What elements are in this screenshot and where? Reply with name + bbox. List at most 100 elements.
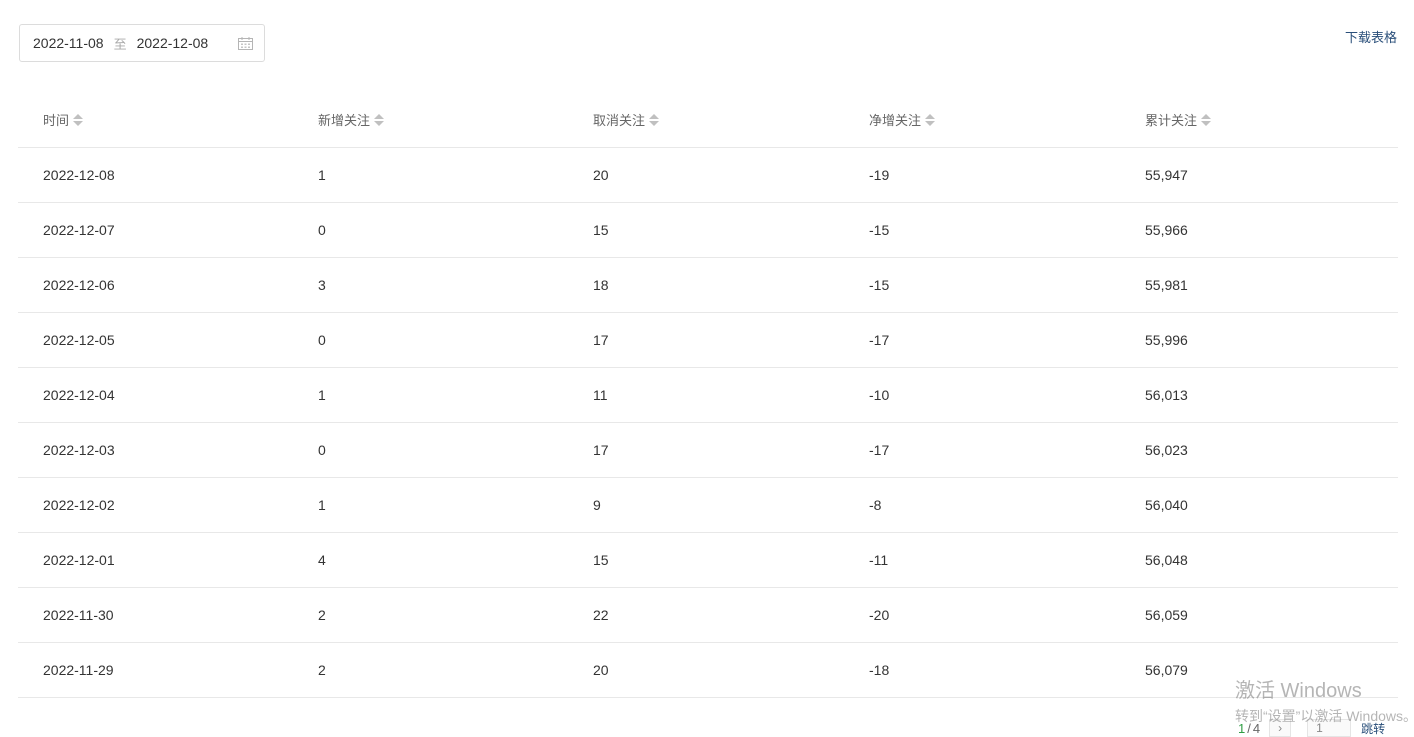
sort-ascending-icon[interactable] bbox=[73, 113, 84, 119]
table-cell: 11 bbox=[568, 367, 844, 423]
table-row: 2022-12-06 3 18 -15 55,981 bbox=[18, 257, 1398, 313]
sort-descending-icon[interactable] bbox=[1201, 120, 1212, 126]
table-row: 2022-12-08 1 20 -19 55,947 bbox=[18, 147, 1398, 203]
table-cell: 55,981 bbox=[1120, 257, 1398, 313]
column-header-label: 时间 bbox=[43, 113, 70, 129]
column-header[interactable]: 净增关注 bbox=[844, 93, 1120, 148]
pagination: 1 / 4 › 跳转 bbox=[1238, 719, 1385, 737]
table-cell: 20 bbox=[568, 147, 844, 203]
column-header[interactable]: 累计关注 bbox=[1120, 93, 1398, 148]
table-cell: 22 bbox=[568, 587, 844, 643]
sort-icon[interactable] bbox=[649, 113, 660, 126]
sort-descending-icon[interactable] bbox=[73, 120, 84, 126]
column-header-inner: 时间 bbox=[43, 110, 84, 129]
table-cell: 56,040 bbox=[1120, 477, 1398, 533]
data-table: 时间 新增关注 取消关注 净增关注 累计关注 2022-12-08 1 20 -19 55,94… bbox=[18, 93, 1398, 698]
end-date[interactable]: 2022-12-08 bbox=[137, 35, 209, 51]
column-header[interactable]: 新增关注 bbox=[293, 93, 568, 148]
total-pages: 4 bbox=[1252, 720, 1261, 736]
table-cell: 15 bbox=[568, 532, 844, 588]
table-row: 2022-12-02 1 9 -8 56,040 bbox=[18, 477, 1398, 533]
table-cell: 9 bbox=[568, 477, 844, 533]
table-cell: 56,048 bbox=[1120, 532, 1398, 588]
current-page: 1 bbox=[1238, 720, 1246, 736]
table-cell: 55,966 bbox=[1120, 202, 1398, 258]
sort-icon[interactable] bbox=[925, 113, 936, 126]
table-row: 2022-12-04 1 11 -10 56,013 bbox=[18, 367, 1398, 423]
table-header-row: 时间 新增关注 取消关注 净增关注 累计关注 bbox=[18, 93, 1398, 148]
sort-icon[interactable] bbox=[73, 113, 84, 126]
table-cell: 15 bbox=[568, 202, 844, 258]
table-cell: 2022-12-05 bbox=[18, 312, 293, 368]
table-row: 2022-12-01 4 15 -11 56,048 bbox=[18, 532, 1398, 588]
table-row: 2022-11-30 2 22 -20 56,059 bbox=[18, 587, 1398, 643]
table-cell: 56,059 bbox=[1120, 587, 1398, 643]
table-cell: 2 bbox=[293, 587, 568, 643]
column-header[interactable]: 时间 bbox=[18, 93, 293, 148]
table-cell: 2 bbox=[293, 642, 568, 698]
table-cell: -18 bbox=[844, 642, 1120, 698]
table-cell: -15 bbox=[844, 257, 1120, 313]
table-cell: -10 bbox=[844, 367, 1120, 423]
table-cell: 2022-12-03 bbox=[18, 422, 293, 478]
sort-ascending-icon[interactable] bbox=[374, 113, 385, 119]
column-header-inner: 净增关注 bbox=[869, 110, 936, 129]
sort-ascending-icon[interactable] bbox=[1201, 113, 1212, 119]
table-row: 2022-12-07 0 15 -15 55,966 bbox=[18, 202, 1398, 258]
table-cell: 17 bbox=[568, 422, 844, 478]
date-separator: 至 bbox=[113, 36, 127, 52]
table-row: 2022-12-05 0 17 -17 55,996 bbox=[18, 312, 1398, 368]
table-cell: 2022-12-01 bbox=[18, 532, 293, 588]
table-cell: 1 bbox=[293, 367, 568, 423]
table-cell: 2022-12-02 bbox=[18, 477, 293, 533]
table-cell: 18 bbox=[568, 257, 844, 313]
table-cell: 20 bbox=[568, 642, 844, 698]
table-cell: 56,023 bbox=[1120, 422, 1398, 478]
date-range-picker[interactable]: 2022-11-08 至 2022-12-08 bbox=[19, 24, 265, 62]
calendar-icon[interactable] bbox=[238, 37, 253, 50]
table-cell: 55,947 bbox=[1120, 147, 1398, 203]
next-page-button[interactable]: › bbox=[1269, 719, 1292, 737]
sort-ascending-icon[interactable] bbox=[925, 113, 936, 119]
table-cell: -15 bbox=[844, 202, 1120, 258]
table-body: 2022-12-08 1 20 -19 55,947 2022-12-07 0 15 -15 55… bbox=[18, 147, 1398, 698]
page: 2022-11-08 至 2022-12-08 下载表格 时间 新增关注 取消关注 净… bbox=[0, 0, 1414, 737]
table-cell: 0 bbox=[293, 202, 568, 258]
download-table-link[interactable]: 下载表格 bbox=[1345, 27, 1397, 46]
table-cell: 2022-11-29 bbox=[18, 642, 293, 698]
table-cell: 1 bbox=[293, 477, 568, 533]
table-cell: 1 bbox=[293, 147, 568, 203]
sort-icon[interactable] bbox=[374, 113, 385, 126]
table-row: 2022-12-03 0 17 -17 56,023 bbox=[18, 422, 1398, 478]
table-cell: 3 bbox=[293, 257, 568, 313]
page-separator: / bbox=[1247, 720, 1251, 736]
table-cell: -8 bbox=[844, 477, 1120, 533]
table-cell: -20 bbox=[844, 587, 1120, 643]
column-header-inner: 取消关注 bbox=[593, 110, 660, 129]
table-cell: 4 bbox=[293, 532, 568, 588]
table-cell: -11 bbox=[844, 532, 1120, 588]
jump-button[interactable]: 跳转 bbox=[1361, 720, 1385, 737]
table-cell: 2022-12-06 bbox=[18, 257, 293, 313]
sort-descending-icon[interactable] bbox=[925, 120, 936, 126]
table-cell: 55,996 bbox=[1120, 312, 1398, 368]
sort-descending-icon[interactable] bbox=[374, 120, 385, 126]
column-header-inner: 累计关注 bbox=[1145, 110, 1212, 129]
table-row: 2022-11-29 2 20 -18 56,079 bbox=[18, 642, 1398, 698]
table-cell: 2022-12-04 bbox=[18, 367, 293, 423]
table-cell: 2022-12-08 bbox=[18, 147, 293, 203]
column-header-label: 净增关注 bbox=[869, 113, 922, 129]
column-header-inner: 新增关注 bbox=[318, 110, 385, 129]
sort-ascending-icon[interactable] bbox=[649, 113, 660, 119]
table-cell: 2022-11-30 bbox=[18, 587, 293, 643]
table-cell: -17 bbox=[844, 422, 1120, 478]
table-cell: 56,013 bbox=[1120, 367, 1398, 423]
sort-icon[interactable] bbox=[1201, 113, 1212, 126]
start-date[interactable]: 2022-11-08 bbox=[33, 35, 104, 51]
column-header[interactable]: 取消关注 bbox=[568, 93, 844, 148]
sort-descending-icon[interactable] bbox=[649, 120, 660, 126]
page-jump-input[interactable] bbox=[1307, 719, 1352, 737]
table-cell: -17 bbox=[844, 312, 1120, 368]
column-header-label: 取消关注 bbox=[593, 113, 646, 129]
table-cell: 0 bbox=[293, 422, 568, 478]
